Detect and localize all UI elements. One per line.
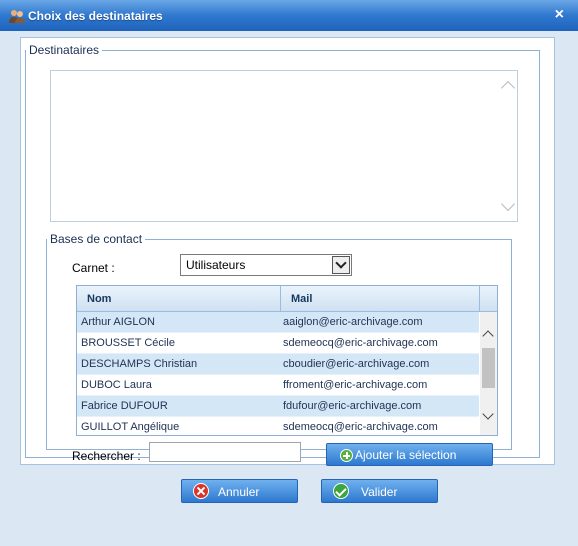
- scroll-thumb[interactable]: [482, 348, 495, 388]
- users-icon: [9, 10, 25, 23]
- cell-nom: DUBOC Laura: [81, 379, 152, 391]
- table-row[interactable]: Fabrice DUFOUR fdufour@eric-archivage.co…: [77, 396, 479, 417]
- cell-nom: GUILLOT Angélique: [81, 421, 180, 433]
- column-header-spacer: [480, 286, 497, 312]
- column-header-nom[interactable]: Nom: [77, 286, 281, 312]
- carnet-label: Carnet :: [72, 261, 115, 275]
- validate-label: Valider: [361, 485, 398, 499]
- search-label: Rechercher :: [72, 449, 141, 463]
- table-body: Arthur AIGLON aaiglon@eric-archivage.com…: [77, 312, 479, 435]
- bases-contact-legend: Bases de contact: [50, 232, 143, 246]
- add-selection-button[interactable]: Ajouter la sélection: [326, 443, 493, 466]
- cancel-icon: [193, 483, 209, 499]
- destinataires-scrollbar[interactable]: [500, 75, 516, 217]
- scroll-up-icon[interactable]: [500, 80, 516, 96]
- destinataires-legend: Destinataires: [29, 43, 100, 57]
- dialog-content: Destinataires Bases de contact Carnet : …: [6, 31, 573, 541]
- scroll-down-icon[interactable]: [500, 196, 516, 212]
- table-row[interactable]: DESCHAMPS Christian cboudier@eric-archiv…: [77, 354, 479, 375]
- table-scrollbar[interactable]: [480, 312, 497, 435]
- cancel-button[interactable]: Annuler: [181, 479, 298, 503]
- table-row[interactable]: Arthur AIGLON aaiglon@eric-archivage.com: [77, 312, 479, 333]
- cell-nom: Arthur AIGLON: [81, 316, 155, 328]
- contacts-table: Nom Mail Arthur AIGLON aaiglon@eric-arch…: [76, 285, 498, 436]
- carnet-selected-value: Utilisateurs: [186, 258, 246, 272]
- table-row[interactable]: DUBOC Laura ffroment@eric-archivage.com: [77, 375, 479, 396]
- scroll-up-icon[interactable]: [482, 330, 494, 342]
- cell-mail: sdemeocq@eric-archivage.com: [283, 337, 438, 349]
- validate-button[interactable]: Valider: [321, 479, 438, 503]
- scroll-down-icon[interactable]: [482, 408, 494, 420]
- close-icon[interactable]: ×: [555, 6, 564, 24]
- chevron-down-icon[interactable]: [332, 256, 350, 274]
- cell-mail: fdufour@eric-archivage.com: [283, 400, 422, 412]
- column-header-mail[interactable]: Mail: [281, 286, 480, 312]
- main-panel: Destinataires Bases de contact Carnet : …: [20, 37, 555, 466]
- cell-mail: aaiglon@eric-archivage.com: [283, 316, 423, 328]
- add-selection-label: Ajouter la sélection: [355, 448, 457, 462]
- destinataires-group: Destinataires Bases de contact Carnet : …: [25, 43, 540, 466]
- cell-mail: sdemeocq@eric-archivage.com: [283, 421, 438, 433]
- cell-nom: BROUSSET Cécile: [81, 337, 175, 349]
- cell-nom: Fabrice DUFOUR: [81, 400, 168, 412]
- cell-mail: cboudier@eric-archivage.com: [283, 358, 430, 370]
- table-row[interactable]: GUILLOT Angélique sdemeocq@eric-archivag…: [77, 417, 479, 435]
- cancel-label: Annuler: [218, 485, 260, 499]
- cell-mail: ffroment@eric-archivage.com: [283, 379, 428, 391]
- carnet-select[interactable]: Utilisateurs: [180, 254, 352, 276]
- destinataires-field[interactable]: [50, 70, 518, 222]
- bases-contact-group: Bases de contact Carnet : Utilisateurs N…: [46, 232, 512, 466]
- search-input[interactable]: [149, 442, 301, 462]
- check-icon: [333, 483, 349, 499]
- table-row[interactable]: BROUSSET Cécile sdemeocq@eric-archivage.…: [77, 333, 479, 354]
- title-bar[interactable]: Choix des destinataires ×: [0, 0, 578, 31]
- cell-nom: DESCHAMPS Christian: [81, 358, 198, 370]
- plus-icon: [340, 449, 353, 462]
- dialog-title: Choix des destinataires: [28, 9, 163, 23]
- table-header: Nom Mail: [77, 286, 497, 312]
- dialog-window: Choix des destinataires × Destinataires …: [0, 0, 578, 546]
